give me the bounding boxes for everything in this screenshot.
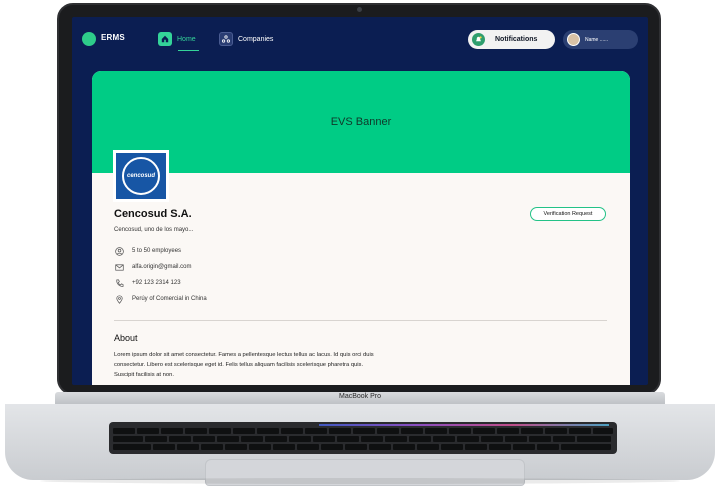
verification-request-button[interactable]: Verification Request <box>530 207 606 221</box>
home-icon <box>158 32 172 46</box>
company-banner: EVS Banner <box>92 71 630 173</box>
section-divider <box>114 320 607 321</box>
laptop-base: MacBook Pro <box>0 392 720 490</box>
about-heading: About <box>114 333 138 343</box>
laptop-frame: ERMS Home Companies Notifications Name .… <box>0 0 720 490</box>
laptop-shadow <box>40 478 680 484</box>
keyboard-deck <box>5 404 715 486</box>
email-row: alfa.origin@gmail.com <box>114 262 191 272</box>
user-menu[interactable]: Name ...... <box>563 30 638 49</box>
app-logo[interactable]: ERMS <box>101 33 125 42</box>
app-screen: ERMS Home Companies Notifications Name .… <box>72 17 648 385</box>
device-brand: MacBook Pro <box>338 393 382 400</box>
active-tab-indicator <box>178 50 199 51</box>
banner-title: EVS Banner <box>330 116 392 128</box>
company-profile-card: EVS Banner cencosud Cencosud S.A. Cencos… <box>92 71 630 385</box>
key-row <box>113 428 613 434</box>
user-icon <box>114 246 124 256</box>
company-description: Cencosud, uno de los mayo... <box>114 227 194 233</box>
avatar <box>567 33 580 46</box>
touch-bar <box>319 424 609 426</box>
phone-icon <box>114 278 124 288</box>
bell-icon <box>472 33 485 46</box>
phone-row: +92 123 2314 123 <box>114 278 181 288</box>
top-nav: ERMS Home Companies Notifications Name .… <box>72 17 648 61</box>
logo-icon <box>82 32 96 46</box>
nav-companies-label: Companies <box>238 35 274 43</box>
camera-icon <box>357 7 362 12</box>
company-name: Cencosud S.A. <box>114 208 192 220</box>
employees-text: 5 to 50 employees <box>132 248 182 254</box>
company-logo-ring: cencosud <box>122 157 160 195</box>
user-name: Name ...... <box>585 36 609 43</box>
nav-companies[interactable]: Companies <box>219 30 273 48</box>
company-logo: cencosud <box>113 150 169 202</box>
companies-icon <box>219 32 233 46</box>
notifications-label: Notifications <box>495 36 538 43</box>
mail-icon <box>114 262 124 272</box>
email-text[interactable]: alfa.origin@gmail.com <box>132 264 191 270</box>
nav-home[interactable]: Home <box>158 30 196 48</box>
key-row <box>113 444 611 450</box>
location-pin-icon <box>114 294 124 304</box>
about-text: Lorem ipsum dolor sit amet consectetur. … <box>114 352 374 378</box>
company-logo-text: cencosud <box>126 173 155 179</box>
keyboard <box>109 422 617 454</box>
location-row: Perúy of Comercial in China <box>114 294 207 304</box>
phone-text[interactable]: +92 123 2314 123 <box>132 280 181 286</box>
location-text: Perúy of Comercial in China <box>132 296 207 302</box>
key-row <box>113 436 611 442</box>
nav-home-label: Home <box>177 35 196 43</box>
notifications-button[interactable]: Notifications <box>468 30 555 49</box>
employees-row: 5 to 50 employees <box>114 246 181 256</box>
